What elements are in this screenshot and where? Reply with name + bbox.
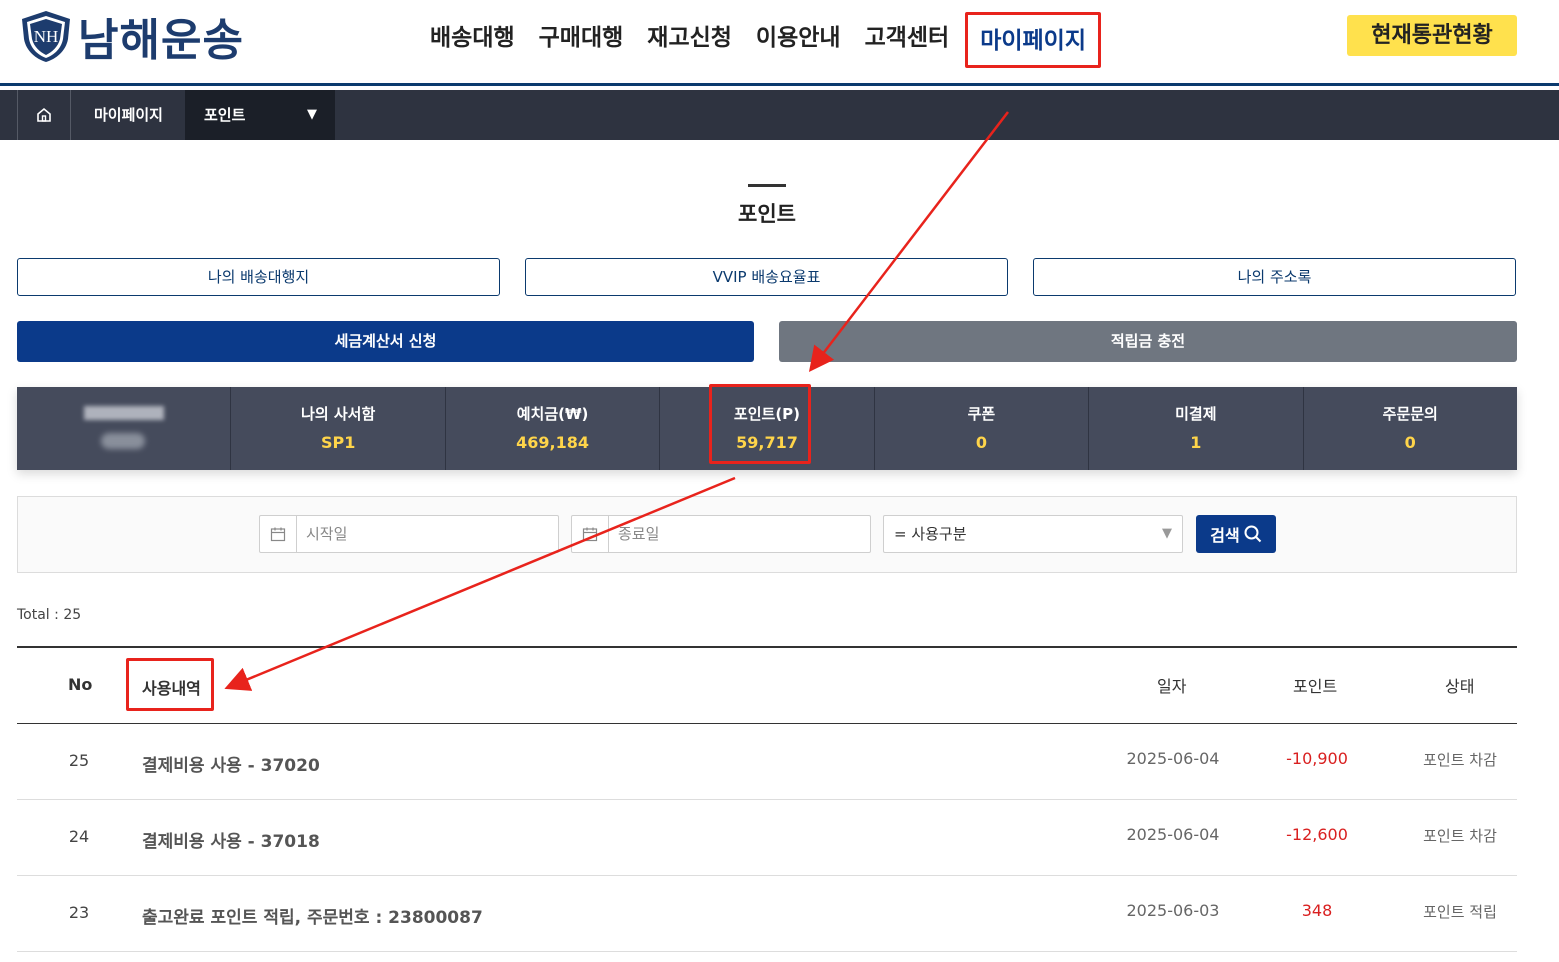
stat-label: 미결제 [1175, 405, 1217, 423]
stat-value: 59,717 [736, 433, 798, 452]
stat-label: 주문문의 [1382, 405, 1438, 423]
start-date-field[interactable] [259, 515, 559, 553]
breadcrumb-mypage[interactable]: 마이페이지 [72, 90, 185, 140]
stat-mailbox[interactable]: 나의 사서함 SP1 [230, 387, 444, 470]
stat-value: 1 [1190, 433, 1202, 452]
page-title: 포인트 [738, 202, 796, 226]
tax-invoice-button[interactable]: 세금계산서 신청 [17, 321, 754, 362]
caret-down-icon: ▼ [307, 107, 317, 122]
blurred-user-id [101, 433, 145, 449]
row-date: 2025-06-03 [1126, 901, 1220, 920]
search-panel: = 사용구분 ▼ 검색 [17, 496, 1517, 573]
row-points: 348 [1301, 901, 1333, 920]
table-row[interactable]: 24 결제비용 사용 - 37018 2025-06-04 -12,600 포인… [17, 800, 1517, 876]
breadcrumb: 마이페이지 포인트 ▼ [0, 90, 1559, 140]
row-points: -10,900 [1286, 749, 1348, 768]
stat-coupon[interactable]: 쿠폰 0 [873, 387, 1088, 470]
stat-unpaid[interactable]: 미결제 1 [1088, 387, 1302, 470]
header-points: 포인트 [1293, 677, 1338, 696]
stat-deposit[interactable]: 예치금(₩) 469,184 [444, 387, 659, 470]
home-icon [37, 107, 51, 122]
svg-text:NH: NH [34, 27, 59, 46]
nav-mypage[interactable]: 마이페이지 [965, 12, 1102, 68]
row-desc: 결제비용 사용 - 37018 [142, 832, 320, 852]
start-date-input[interactable] [298, 516, 556, 552]
total-count: Total : 25 [17, 607, 82, 623]
breadcrumb-home[interactable] [17, 90, 71, 140]
account-stats: 나의 사서함 SP1 예치금(₩) 469,184 포인트(P) 59,717 … [17, 387, 1517, 470]
row-points: -12,600 [1286, 825, 1348, 844]
points-history-table: No 사용내역 일자 포인트 상태 25 결제비용 사용 - 37020 202… [17, 646, 1517, 952]
search-button-label: 검색 [1210, 526, 1240, 545]
header-status: 상태 [1445, 677, 1475, 696]
stat-value: 0 [1404, 433, 1416, 452]
charge-deposit-button[interactable]: 적립금 충전 [779, 321, 1517, 362]
row-date: 2025-06-04 [1126, 825, 1220, 844]
header-no: No [68, 675, 93, 694]
table-header: No 사용내역 일자 포인트 상태 [17, 646, 1517, 724]
header-usage-details: 사용내역 [142, 679, 201, 698]
row-desc: 출고완료 포인트 적립, 주문번호 : 23800087 [142, 908, 483, 928]
stat-label: 포인트(P) [733, 405, 801, 423]
site-header: NH 남해운송 배송대행 구매대행 재고신청 이용안내 고객센터 마이페이지 현… [0, 0, 1559, 86]
chevron-down-icon: ▼ [1162, 526, 1172, 541]
stat-label: 예치금(₩) [516, 405, 589, 423]
title-divider [748, 184, 786, 187]
nav-customer-center[interactable]: 고객센터 [853, 12, 962, 68]
search-button[interactable]: 검색 [1196, 515, 1276, 553]
breadcrumb-current: 포인트 [204, 106, 246, 124]
stat-value: 0 [975, 433, 987, 452]
blurred-username [84, 406, 164, 420]
row-status: 포인트 차감 [1423, 827, 1497, 845]
table-row[interactable]: 25 결제비용 사용 - 37020 2025-06-04 -10,900 포인… [17, 724, 1517, 800]
customs-status-button[interactable]: 현재통관현황 [1347, 15, 1517, 56]
logo-text: 남해운송 [78, 15, 244, 66]
shield-logo-icon: NH [18, 9, 74, 63]
table-row[interactable]: 23 출고완료 포인트 적립, 주문번호 : 23800087 2025-06-… [17, 876, 1517, 952]
logo[interactable]: NH 남해운송 [18, 8, 244, 66]
stat-order-inquiry[interactable]: 주문문의 0 [1302, 387, 1517, 470]
stat-points[interactable]: 포인트(P) 59,717 [659, 387, 873, 470]
search-icon [1244, 525, 1261, 543]
stat-value: 469,184 [516, 433, 589, 452]
row-no: 24 [68, 827, 90, 846]
row-date: 2025-06-04 [1126, 749, 1220, 768]
usage-type-value: = 사용구분 [894, 525, 967, 543]
row-no: 25 [68, 751, 90, 770]
nav-purchase-agency[interactable]: 구매대행 [527, 12, 636, 68]
end-date-field[interactable] [571, 515, 871, 553]
calendar-icon[interactable] [260, 516, 297, 552]
row-no: 23 [68, 903, 90, 922]
nav-shipping-agency[interactable]: 배송대행 [418, 12, 527, 68]
row-status: 포인트 적립 [1423, 903, 1497, 921]
stat-label: 쿠폰 [967, 405, 996, 423]
user-info [17, 387, 230, 470]
stat-value: SP1 [320, 433, 356, 452]
usage-type-select[interactable]: = 사용구분 ▼ [883, 515, 1183, 553]
vvip-rates-button[interactable]: VVIP 배송요율표 [525, 258, 1008, 296]
my-shipping-address-button[interactable]: 나의 배송대행지 [17, 258, 500, 296]
breadcrumb-section-select[interactable]: 포인트 ▼ [185, 90, 335, 140]
my-address-book-button[interactable]: 나의 주소록 [1033, 258, 1516, 296]
nav-stock-request[interactable]: 재고신청 [635, 12, 744, 68]
calendar-icon[interactable] [572, 516, 609, 552]
nav-guide[interactable]: 이용안내 [744, 12, 853, 68]
end-date-input[interactable] [610, 516, 868, 552]
stat-label: 나의 사서함 [301, 405, 376, 423]
main-nav: 배송대행 구매대행 재고신청 이용안내 고객센터 마이페이지 [418, 12, 1102, 68]
header-date: 일자 [1157, 677, 1187, 696]
row-status: 포인트 차감 [1423, 751, 1497, 769]
row-desc: 결제비용 사용 - 37020 [142, 756, 320, 776]
